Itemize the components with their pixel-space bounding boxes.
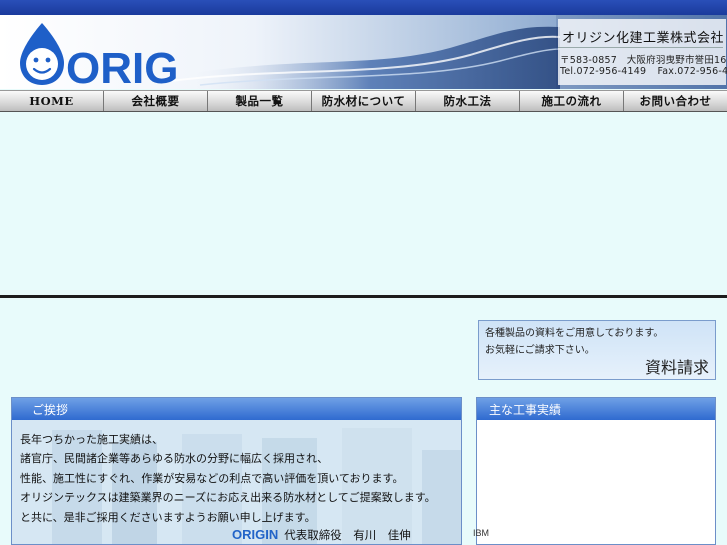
nav-construction-flow[interactable]: 施工の流れ xyxy=(520,91,624,111)
company-address: 〒583-0857 大阪府羽曳野市誉田1641 xyxy=(560,55,727,66)
hero-area xyxy=(0,112,727,295)
request-text-2: お気軽にご請求下さい。 xyxy=(485,345,595,356)
greeting-title: ご挨拶 xyxy=(12,398,461,420)
top-bar xyxy=(0,0,727,15)
greeting-line: 性能、施工性にすぐれ、作業が安易などの利点で高い評価を頂いております。 xyxy=(20,471,404,485)
ibm-label: IBM xyxy=(473,528,490,538)
divider xyxy=(558,47,723,48)
main-nav: HOME 会社概要 製品一覧 防水材について 防水工法 施工の流れ お問い合わせ xyxy=(0,90,727,112)
nav-home[interactable]: HOME xyxy=(0,91,104,111)
hero-divider xyxy=(0,295,727,298)
tel-number: Tel.072-956-4149 xyxy=(560,66,647,77)
company-name: オリジン化建工業株式会社 xyxy=(562,31,725,46)
greeting-line: 諸官庁、民間諸企業等あらゆる防水の分野に幅広く採用され、 xyxy=(20,452,329,466)
fax-number: Fax.072-956-4049 xyxy=(657,66,727,77)
site-header: ORIGIN オリジン化建工業株式会社 〒583-0857 大阪府羽曳野市誉田1… xyxy=(0,15,727,89)
greeting-line: 長年つちかった施工実績は、 xyxy=(20,433,163,446)
request-text-1: 各種製品の資料をご用意しております。 xyxy=(485,328,664,339)
greeting-line: と共に、是非ご採用くださいますようお願い申し上げます。 xyxy=(20,510,316,524)
document-request-box[interactable]: 各種製品の資料をご用意しております。 お気軽にご請求下さい。 資料請求 xyxy=(478,320,716,380)
nav-products[interactable]: 製品一覧 xyxy=(208,91,312,111)
works-title: 主な工事実績 xyxy=(477,398,715,420)
greeting-panel: ご挨拶 長年つちかった施工実績は、 諸官庁、民間諸企業等あらゆる防水の分野に幅広… xyxy=(11,397,462,545)
nav-contact[interactable]: お問い合わせ xyxy=(624,91,727,111)
logo-text: ORIGIN xyxy=(66,44,177,89)
greeting-signature-row: ORIGIN 代表取締役 有川 佳伸 xyxy=(232,527,411,543)
works-panel: 主な工事実績 xyxy=(476,397,716,545)
greeting-message: 長年つちかった施工実績は、 諸官庁、民間諸企業等あらゆる防水の分野に幅広く採用さ… xyxy=(20,430,436,527)
signature-logo: ORIGIN xyxy=(232,527,279,542)
contact-numbers: Tel.072-956-4149 Fax.072-956-4049 xyxy=(560,66,727,77)
nav-waterproofing-methods[interactable]: 防水工法 xyxy=(416,91,520,111)
document-request-button[interactable]: 資料請求 xyxy=(645,354,709,378)
signature: 代表取締役 有川 佳伸 xyxy=(284,528,411,542)
origin-logo: ORIGIN xyxy=(20,23,177,89)
nav-company[interactable]: 会社概要 xyxy=(104,91,208,111)
nav-waterproofing-materials[interactable]: 防水材について xyxy=(312,91,416,111)
greeting-line: オリジンテックスは建築業界のニーズにお応え出来る防水材としてご提案致します。 xyxy=(20,491,436,505)
